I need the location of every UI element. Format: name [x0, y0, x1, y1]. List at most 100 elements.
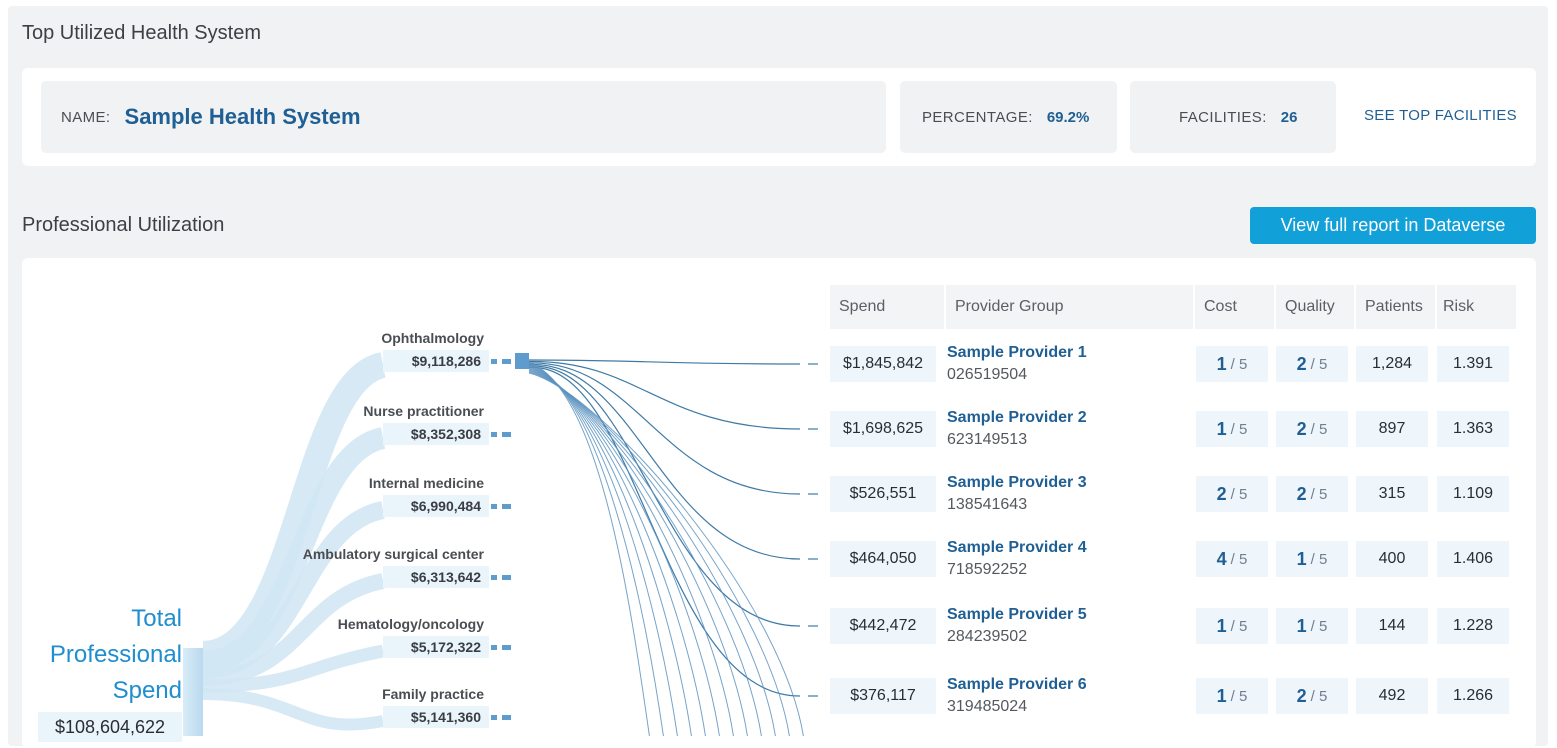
score-denominator: / 5	[1310, 550, 1328, 568]
cost-score: 1	[1216, 685, 1227, 706]
quality-score: 1	[1296, 615, 1307, 636]
specialty-marker	[502, 504, 511, 509]
provider-name-link[interactable]: Sample Provider 5	[947, 606, 1087, 624]
row-patients: 492	[1356, 678, 1428, 714]
specialty-marker	[502, 645, 511, 650]
specialty-spend: $6,313,642	[383, 566, 489, 588]
specialty-marker	[502, 715, 511, 720]
col-header-spend[interactable]: Spend	[830, 285, 944, 329]
specialty-spend: $8,352,308	[383, 423, 489, 445]
cost-score: 1	[1216, 353, 1227, 374]
row-patients: 897	[1356, 411, 1428, 447]
row-spend: $376,117	[830, 678, 936, 714]
score-denominator: / 5	[1230, 355, 1248, 373]
score-denominator: / 5	[1230, 550, 1248, 568]
health-system-card: NAME: Sample Health System PERCENTAGE: 6…	[22, 68, 1536, 166]
specialty-spend: $9,118,286	[383, 350, 489, 372]
specialty-spend: $6,990,484	[383, 495, 489, 517]
specialty-marker	[491, 645, 497, 650]
row-quality-score: 2/ 5	[1276, 411, 1348, 447]
row-risk: 1.109	[1437, 476, 1509, 512]
row-cost-score: 4/ 5	[1196, 541, 1268, 577]
specialty-spend: $5,141,360	[383, 706, 489, 728]
row-cost-score: 2/ 5	[1196, 476, 1268, 512]
specialty-name: Hematology/oncology	[337, 616, 484, 632]
total-professional-spend-label: Total Professional Spend	[30, 601, 182, 709]
row-spend: $526,551	[830, 476, 936, 512]
provider-name-link[interactable]: Sample Provider 4	[947, 539, 1087, 557]
specialty-name: Nurse practitioner	[363, 403, 484, 419]
facilities-value: 26	[1280, 108, 1298, 126]
col-header-cost[interactable]: Cost	[1195, 285, 1274, 329]
specialty-marker	[491, 575, 497, 580]
section-title-professional-utilization: Professional Utilization	[22, 214, 225, 236]
section-title-top-health-system: Top Utilized Health System	[22, 22, 261, 44]
cost-score: 2	[1216, 483, 1227, 504]
provider-name-link[interactable]: Sample Provider 2	[947, 409, 1087, 427]
provider-id: 026519504	[947, 366, 1028, 383]
col-header-provider-group[interactable]: Provider Group	[946, 285, 1193, 329]
provider-id: 284239502	[947, 628, 1028, 645]
provider-name-link[interactable]: Sample Provider 1	[947, 344, 1087, 362]
col-header-risk[interactable]: Risk	[1437, 285, 1516, 329]
score-denominator: / 5	[1230, 485, 1248, 503]
row-patients: 400	[1356, 541, 1428, 577]
see-top-facilities-link[interactable]: SEE TOP FACILITIES	[1364, 107, 1517, 124]
specialty-marker	[502, 575, 511, 580]
score-denominator: / 5	[1230, 420, 1248, 438]
row-quality-score: 1/ 5	[1276, 541, 1348, 577]
specialty-name: Ophthalmology	[381, 330, 484, 346]
cost-score: 1	[1216, 615, 1227, 636]
provider-id: 718592252	[947, 561, 1028, 578]
row-cost-score: 1/ 5	[1196, 678, 1268, 714]
row-spend: $1,845,842	[830, 346, 936, 382]
row-cost-score: 1/ 5	[1196, 346, 1268, 382]
provider-name-link[interactable]: Sample Provider 6	[947, 676, 1087, 694]
specialty-spend: $5,172,322	[383, 636, 489, 658]
quality-score: 2	[1296, 685, 1307, 706]
col-header-quality[interactable]: Quality	[1276, 285, 1354, 329]
specialty-marker	[502, 359, 511, 364]
health-system-name[interactable]: Sample Health System	[125, 104, 361, 130]
specialty-name: Ambulatory surgical center	[302, 546, 484, 562]
percentage-label: PERCENTAGE:	[922, 108, 1033, 126]
row-cost-score: 1/ 5	[1196, 608, 1268, 644]
quality-score: 2	[1296, 353, 1307, 374]
score-denominator: / 5	[1230, 617, 1248, 635]
score-denominator: / 5	[1230, 687, 1248, 705]
col-header-patients[interactable]: Patients	[1356, 285, 1435, 329]
row-quality-score: 1/ 5	[1276, 608, 1348, 644]
quality-score: 2	[1296, 483, 1307, 504]
row-quality-score: 2/ 5	[1276, 476, 1348, 512]
score-denominator: / 5	[1310, 485, 1328, 503]
row-spend: $1,698,625	[830, 411, 936, 447]
total-label-line-2: Professional	[49, 641, 182, 668]
specialty-marker	[491, 504, 497, 509]
row-risk: 1.391	[1437, 346, 1509, 382]
quality-score: 1	[1296, 548, 1307, 569]
row-spend: $464,050	[830, 541, 936, 577]
total-label-line-3: Spend	[112, 677, 182, 704]
row-patients: 1,284	[1356, 346, 1428, 382]
name-pill: NAME: Sample Health System	[41, 81, 886, 153]
row-spend: $442,472	[830, 608, 936, 644]
facilities-pill: FACILITIES: 26	[1130, 81, 1336, 153]
score-denominator: / 5	[1310, 687, 1328, 705]
specialty-marker	[491, 715, 497, 720]
name-label: NAME:	[61, 108, 111, 126]
row-quality-score: 2/ 5	[1276, 678, 1348, 714]
provider-name-link[interactable]: Sample Provider 3	[947, 474, 1087, 492]
row-risk: 1.406	[1437, 541, 1509, 577]
total-label-line-1: Total	[131, 605, 182, 632]
specialty-marker	[491, 432, 497, 437]
score-denominator: / 5	[1310, 355, 1328, 373]
specialty-name: Family practice	[382, 686, 484, 702]
row-risk: 1.228	[1437, 608, 1509, 644]
total-professional-spend-value: $108,604,622	[38, 712, 182, 742]
row-cost-score: 1/ 5	[1196, 411, 1268, 447]
quality-score: 2	[1296, 418, 1307, 439]
view-full-report-button[interactable]: View full report in Dataverse	[1250, 207, 1536, 244]
row-quality-score: 2/ 5	[1276, 346, 1348, 382]
specialty-marker	[491, 359, 497, 364]
cost-score: 4	[1216, 548, 1227, 569]
